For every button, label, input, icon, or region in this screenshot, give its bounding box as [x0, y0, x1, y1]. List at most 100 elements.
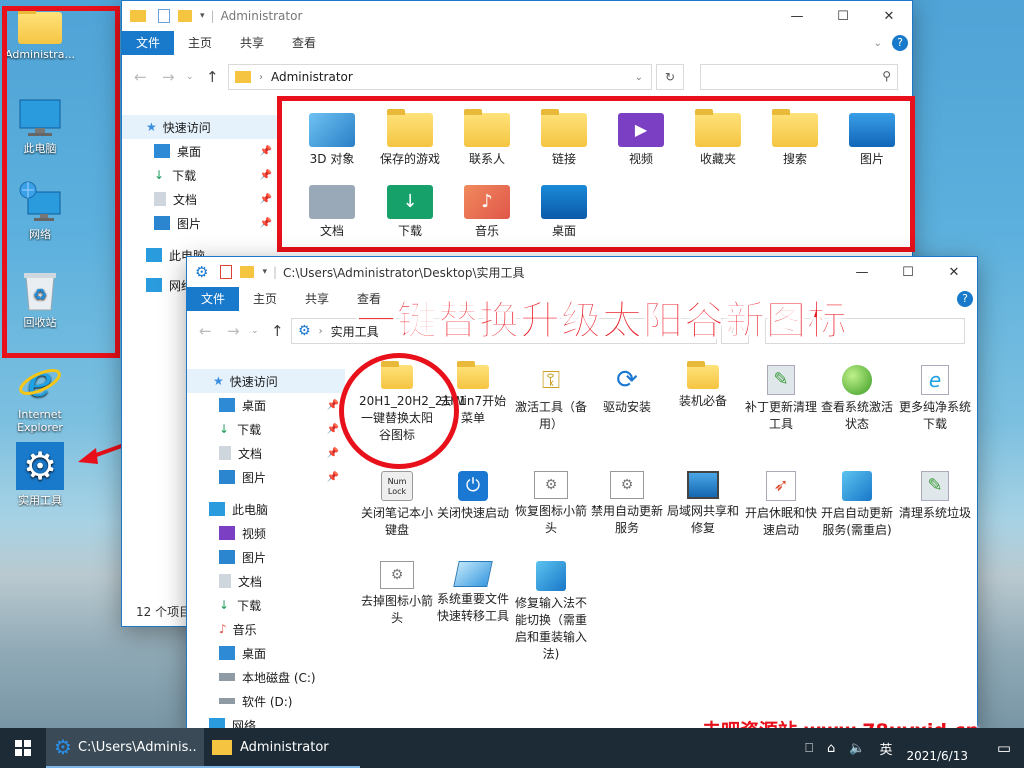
sidebar-item-documents-pc[interactable]: 文档 [187, 569, 345, 593]
sidebar-item-downloads-pc[interactable]: ↓ 下载 [187, 593, 345, 617]
new-folder-icon[interactable] [240, 266, 255, 278]
sidebar-item-documents[interactable]: 文档 📌 [122, 187, 278, 211]
utility-disable-update[interactable]: ⚙ 禁用自动更新服务 [589, 471, 665, 537]
sidebar-item-desktop[interactable]: 桌面 📌 [122, 139, 278, 163]
utility-disable-numpad[interactable]: Num Lock 关闭笔记本小键盘 [359, 471, 435, 539]
close-button[interactable]: ✕ [866, 1, 912, 31]
utility-remove-arrow[interactable]: ⚙ 去掉图标小箭头 [359, 561, 435, 627]
tab-share[interactable]: 共享 [291, 287, 343, 311]
expand-ribbon-chevron-icon[interactable]: ⌄ [874, 38, 882, 49]
tab-home[interactable]: 主页 [239, 287, 291, 311]
help-icon[interactable]: ? [892, 35, 908, 51]
address-dropdown-chevron-icon[interactable]: ⌄ [635, 72, 643, 83]
sidebar-item-this-pc[interactable]: 此电脑 [187, 497, 345, 521]
breadcrumb-separator: › [318, 325, 323, 337]
chevron-down-icon[interactable]: ▾ [262, 267, 267, 277]
forward-arrow-icon[interactable]: → [162, 68, 175, 86]
volume-icon[interactable]: 🔈 [849, 741, 865, 756]
taskbar: ⚙ C:\Users\Adminis... Administrator ⎕ ⌂ … [0, 728, 1024, 768]
tab-home[interactable]: 主页 [174, 31, 226, 55]
maximize-button[interactable]: ☐ [820, 1, 866, 31]
utility-enable-update[interactable]: 开启自动更新服务(需重启) [819, 471, 895, 539]
back-arrow-icon[interactable]: ← [199, 322, 212, 340]
notification-icon[interactable]: ▭ [984, 739, 1024, 757]
taskbar-button-label: C:\Users\Adminis... [77, 739, 196, 755]
taskbar-button-administrator[interactable]: Administrator [204, 728, 360, 768]
sidebar-item-music[interactable]: ♪ 音乐 [187, 617, 345, 641]
taskbar-button-utilities[interactable]: ⚙ C:\Users\Adminis... [46, 728, 204, 768]
desktop-icon-internet-explorer[interactable]: e Internet Explorer [4, 358, 76, 434]
forward-arrow-icon[interactable]: → [227, 322, 240, 340]
maximize-button[interactable]: ☐ [885, 257, 931, 287]
utility-disable-fast-startup[interactable]: ⏻ 关闭快速启动 [435, 471, 511, 522]
back-arrow-icon[interactable]: ← [134, 68, 147, 86]
package-icon [842, 471, 872, 501]
sidebar-item-software-d[interactable]: 软件 (D:) [187, 689, 345, 713]
highlight-circle [339, 353, 459, 469]
utility-lan-share[interactable]: 局域网共享和修复 [665, 471, 741, 537]
desktop-icon-utilities[interactable]: ⚙ 实用工具 [4, 442, 76, 507]
sidebar-item-desktop[interactable]: 桌面 📌 [187, 393, 345, 417]
up-arrow-icon[interactable]: ↑ [206, 68, 219, 86]
sidebar-item-quick-access[interactable]: ★ 快速访问 [187, 369, 345, 393]
sidebar-item-downloads[interactable]: ↓ 下载 📌 [122, 163, 278, 187]
utility-restore-arrow[interactable]: ⚙ 恢复图标小箭头 [513, 471, 589, 537]
utility-label: 关闭笔记本小键盘 [360, 506, 433, 537]
properties-icon[interactable] [158, 9, 170, 23]
recent-chevron-icon[interactable]: ⌄ [186, 72, 194, 82]
minimize-button[interactable]: — [774, 1, 820, 31]
sidebar-item-label: 桌面 [242, 398, 267, 413]
utility-essentials[interactable]: 装机必备 [665, 361, 741, 410]
up-arrow-icon[interactable]: ↑ [271, 322, 284, 340]
utility-file-transfer[interactable]: 系统重要文件快速转移工具 [435, 561, 511, 625]
search-input[interactable]: ⚲ [700, 64, 898, 90]
sidebar-item-local-disk-c[interactable]: 本地磁盘 (C:) [187, 665, 345, 689]
new-folder-icon[interactable] [178, 10, 192, 22]
folder-icon [687, 361, 719, 389]
sidebar-item-downloads[interactable]: ↓ 下载 📌 [187, 417, 345, 441]
sidebar-item-pictures-pc[interactable]: 图片 [187, 545, 345, 569]
sidebar-item-documents[interactable]: 文档 📌 [187, 441, 345, 465]
help-icon[interactable]: ? [957, 291, 973, 307]
document-icon [219, 574, 231, 588]
breadcrumb[interactable]: Administrator [271, 70, 353, 84]
utility-activation-status[interactable]: 查看系统激活状态 [819, 365, 895, 433]
recent-chevron-icon[interactable]: ⌄ [251, 326, 259, 336]
tab-share[interactable]: 共享 [226, 31, 278, 55]
refresh-button[interactable]: ↻ [656, 64, 684, 90]
pin-icon: 📌 [259, 169, 272, 181]
utility-more-downloads[interactable]: e 更多纯净系统下载 [897, 365, 973, 433]
computer-icon [687, 471, 719, 499]
close-button[interactable]: ✕ [931, 257, 977, 287]
utility-driver-install[interactable]: ⟳ 驱动安装 [589, 365, 665, 416]
network-status-icon[interactable]: ⌂ [827, 741, 835, 756]
sidebar-item-pictures[interactable]: 图片 📌 [187, 465, 345, 489]
sidebar-item-desktop-pc[interactable]: 桌面 [187, 641, 345, 665]
tab-file[interactable]: 文件 [122, 31, 175, 55]
minimize-button[interactable]: — [839, 257, 885, 287]
sidebar-item-label: 桌面 [242, 646, 267, 661]
chevron-down-icon[interactable]: ▾ [200, 11, 205, 21]
download-icon: ↓ [154, 168, 165, 182]
utility-activation-tool[interactable]: ⚿ 激活工具（备用） [513, 365, 589, 433]
pin-icon: 📌 [326, 423, 339, 435]
properties-icon[interactable] [220, 265, 233, 279]
tab-file[interactable]: 文件 [187, 287, 240, 311]
utility-clean-junk[interactable]: ✎ 清理系统垃圾 [897, 471, 973, 522]
utility-fix-input-method[interactable]: 修复输入法不能切换（需重启和重装输入法) [513, 561, 589, 663]
utility-label: 开启休眠和快速启动 [744, 506, 817, 537]
usb-device-icon[interactable]: ⎕ [805, 741, 813, 756]
input-method-indicator[interactable]: 英 [879, 739, 892, 758]
start-button[interactable] [0, 728, 46, 768]
document-icon [154, 192, 166, 206]
utility-patch-cleaner[interactable]: ✎ 补丁更新清理工具 [743, 365, 819, 433]
clock-date[interactable]: 2021/6/13 [906, 733, 968, 763]
utility-label: 系统重要文件快速转移工具 [436, 592, 509, 623]
sidebar-item-videos[interactable]: 视频 [187, 521, 345, 545]
utility-enable-hibernate[interactable]: ➶ 开启休眠和快速启动 [743, 471, 819, 539]
address-bar[interactable]: › Administrator ⌄ [228, 64, 652, 90]
sidebar-item-pictures[interactable]: 图片 📌 [122, 211, 278, 235]
sidebar-item-quick-access[interactable]: ★ 快速访问 [122, 115, 278, 139]
tab-view[interactable]: 查看 [278, 31, 330, 55]
desktop-icon-label: 实用工具 [18, 494, 62, 507]
